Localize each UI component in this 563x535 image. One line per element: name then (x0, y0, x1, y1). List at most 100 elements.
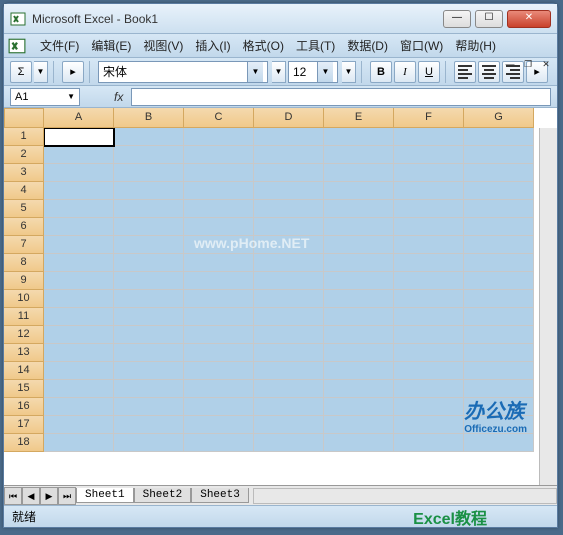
cell-F2[interactable] (394, 146, 464, 164)
row-header-2[interactable]: 2 (4, 146, 44, 164)
cell-A12[interactable] (44, 326, 114, 344)
cell-D2[interactable] (254, 146, 324, 164)
menu-tools[interactable]: 工具(T) (290, 35, 341, 56)
cell-B10[interactable] (114, 290, 184, 308)
cell-E11[interactable] (324, 308, 394, 326)
cell-G2[interactable] (464, 146, 534, 164)
cell-E18[interactable] (324, 434, 394, 452)
cell-F11[interactable] (394, 308, 464, 326)
column-header-G[interactable]: G (464, 108, 534, 128)
sheet-tab-sheet1[interactable]: Sheet1 (76, 488, 134, 503)
cell-E16[interactable] (324, 398, 394, 416)
cell-C8[interactable] (184, 254, 254, 272)
column-header-A[interactable]: A (44, 108, 114, 128)
cell-F12[interactable] (394, 326, 464, 344)
cell-B9[interactable] (114, 272, 184, 290)
font-name-selector[interactable]: 宋体 ▼ (98, 61, 268, 83)
cell-E6[interactable] (324, 218, 394, 236)
cell-B2[interactable] (114, 146, 184, 164)
cell-F9[interactable] (394, 272, 464, 290)
cell-E5[interactable] (324, 200, 394, 218)
cell-F3[interactable] (394, 164, 464, 182)
toolbar-options-button[interactable]: ▸ (62, 61, 84, 83)
cell-F5[interactable] (394, 200, 464, 218)
excel-doc-icon[interactable] (8, 37, 26, 55)
cell-D14[interactable] (254, 362, 324, 380)
cell-D18[interactable] (254, 434, 324, 452)
row-header-12[interactable]: 12 (4, 326, 44, 344)
cell-C17[interactable] (184, 416, 254, 434)
cell-B11[interactable] (114, 308, 184, 326)
cell-C13[interactable] (184, 344, 254, 362)
row-header-18[interactable]: 18 (4, 434, 44, 452)
row-header-4[interactable]: 4 (4, 182, 44, 200)
row-header-5[interactable]: 5 (4, 200, 44, 218)
cell-F7[interactable] (394, 236, 464, 254)
horizontal-scrollbar[interactable] (253, 488, 557, 504)
cell-F10[interactable] (394, 290, 464, 308)
cell-E10[interactable] (324, 290, 394, 308)
tab-nav-last[interactable]: ⏭ (58, 487, 76, 505)
formula-input[interactable] (131, 88, 551, 106)
row-header-13[interactable]: 13 (4, 344, 44, 362)
titlebar[interactable]: Microsoft Excel - Book1 — ☐ ✕ (4, 4, 557, 34)
chevron-down-icon[interactable]: ▼ (317, 62, 333, 82)
sheet-tab-sheet2[interactable]: Sheet2 (134, 488, 192, 503)
cell-G5[interactable] (464, 200, 534, 218)
cell-A1[interactable] (44, 128, 114, 146)
menu-help[interactable]: 帮助(H) (449, 35, 502, 56)
cell-G1[interactable] (464, 128, 534, 146)
name-box[interactable]: A1 ▼ (10, 88, 80, 106)
doc-close-button[interactable]: ✕ (539, 58, 553, 72)
menu-file[interactable]: 文件(F) (34, 35, 85, 56)
cell-B1[interactable] (114, 128, 184, 146)
cell-A7[interactable] (44, 236, 114, 254)
cell-D9[interactable] (254, 272, 324, 290)
vertical-scrollbar[interactable] (539, 128, 557, 485)
cell-G4[interactable] (464, 182, 534, 200)
cell-G3[interactable] (464, 164, 534, 182)
cell-D1[interactable] (254, 128, 324, 146)
cell-D15[interactable] (254, 380, 324, 398)
cell-A13[interactable] (44, 344, 114, 362)
cell-C10[interactable] (184, 290, 254, 308)
autosum-dropdown[interactable]: ▼ (34, 61, 48, 83)
cell-A4[interactable] (44, 182, 114, 200)
maximize-button[interactable]: ☐ (475, 10, 503, 28)
column-header-B[interactable]: B (114, 108, 184, 128)
cell-B16[interactable] (114, 398, 184, 416)
row-header-8[interactable]: 8 (4, 254, 44, 272)
cell-B14[interactable] (114, 362, 184, 380)
cell-D3[interactable] (254, 164, 324, 182)
cell-C15[interactable] (184, 380, 254, 398)
menu-window[interactable]: 窗口(W) (394, 35, 449, 56)
close-button[interactable]: ✕ (507, 10, 551, 28)
cell-E13[interactable] (324, 344, 394, 362)
cell-B17[interactable] (114, 416, 184, 434)
tab-nav-first[interactable]: ⏮ (4, 487, 22, 505)
cell-C9[interactable] (184, 272, 254, 290)
underline-button[interactable]: U (418, 61, 440, 83)
cell-C4[interactable] (184, 182, 254, 200)
cell-F18[interactable] (394, 434, 464, 452)
cell-D8[interactable] (254, 254, 324, 272)
cell-E8[interactable] (324, 254, 394, 272)
cell-E7[interactable] (324, 236, 394, 254)
doc-restore-button[interactable]: ❐ (521, 58, 535, 72)
cell-A14[interactable] (44, 362, 114, 380)
cell-G12[interactable] (464, 326, 534, 344)
cell-E14[interactable] (324, 362, 394, 380)
menu-insert[interactable]: 插入(I) (189, 35, 236, 56)
cell-B7[interactable] (114, 236, 184, 254)
cell-G13[interactable] (464, 344, 534, 362)
cell-A5[interactable] (44, 200, 114, 218)
cell-D4[interactable] (254, 182, 324, 200)
tab-nav-prev[interactable]: ◀ (22, 487, 40, 505)
cell-C7[interactable] (184, 236, 254, 254)
cell-G8[interactable] (464, 254, 534, 272)
cell-E9[interactable] (324, 272, 394, 290)
cell-E1[interactable] (324, 128, 394, 146)
align-left-button[interactable] (454, 61, 476, 83)
cell-G11[interactable] (464, 308, 534, 326)
cell-D5[interactable] (254, 200, 324, 218)
